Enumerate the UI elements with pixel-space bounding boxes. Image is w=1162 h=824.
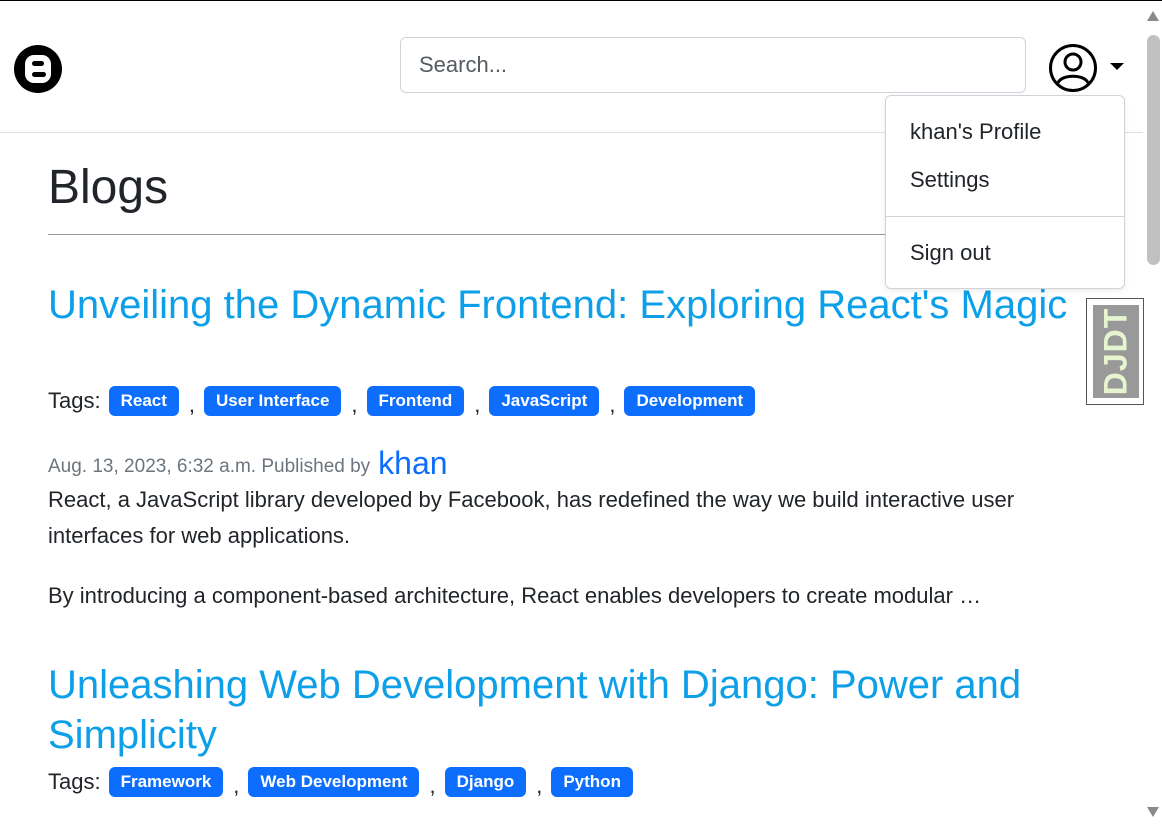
tag-badge[interactable]: User Interface [204, 386, 342, 416]
chevron-down-icon [1110, 63, 1124, 70]
tag-badge[interactable]: Django [444, 767, 527, 797]
published-by-label: Published by [261, 456, 371, 477]
user-menu-toggle[interactable] [1048, 43, 1128, 93]
tags-label: Tags: [48, 388, 101, 413]
page-title: Blogs [48, 161, 169, 214]
user-circle-icon [1049, 44, 1097, 92]
menu-item-profile[interactable]: khan's Profile [910, 119, 1041, 145]
scrollbar-thumb[interactable] [1147, 35, 1160, 265]
tag-badge[interactable]: React [108, 386, 179, 416]
user-dropdown-menu: khan's Profile Settings Sign out [885, 95, 1125, 289]
tag-badge[interactable]: Python [551, 767, 633, 797]
blogger-logo-icon[interactable] [13, 44, 63, 94]
post-date: Aug. 13, 2023, 6:32 a.m. [48, 456, 257, 477]
tag-badge[interactable]: Frontend [366, 386, 465, 416]
page-scrollbar[interactable] [1145, 1, 1162, 824]
author-link[interactable]: khan [378, 445, 447, 481]
post-title[interactable]: Unleashing Web Development with Django: … [48, 660, 1108, 760]
post-tags: Tags: React, User Interface, Frontend, J… [48, 385, 756, 417]
post-tags: Tags: Framework, Web Development, Django… [48, 766, 633, 798]
menu-item-settings[interactable]: Settings [910, 167, 990, 193]
post-meta: Aug. 13, 2023, 6:32 a.m. Published by kha… [48, 443, 448, 481]
tags-label: Tags: [48, 769, 101, 794]
tag-badge[interactable]: Framework [108, 767, 224, 797]
post-excerpt-continued: By introducing a component-based archite… [48, 583, 982, 608]
post-excerpt: React, a JavaScript library developed by… [48, 487, 1015, 548]
scroll-up-arrow-icon[interactable] [1147, 11, 1159, 21]
tag-badge[interactable]: Development [624, 386, 756, 416]
title-divider [48, 234, 888, 235]
scroll-down-arrow-icon[interactable] [1147, 807, 1159, 817]
menu-item-sign-out[interactable]: Sign out [910, 240, 991, 266]
search-input[interactable] [400, 37, 1026, 93]
tag-badge[interactable]: JavaScript [489, 386, 600, 416]
tag-badge[interactable]: Web Development [248, 767, 420, 797]
menu-divider [886, 216, 1124, 217]
